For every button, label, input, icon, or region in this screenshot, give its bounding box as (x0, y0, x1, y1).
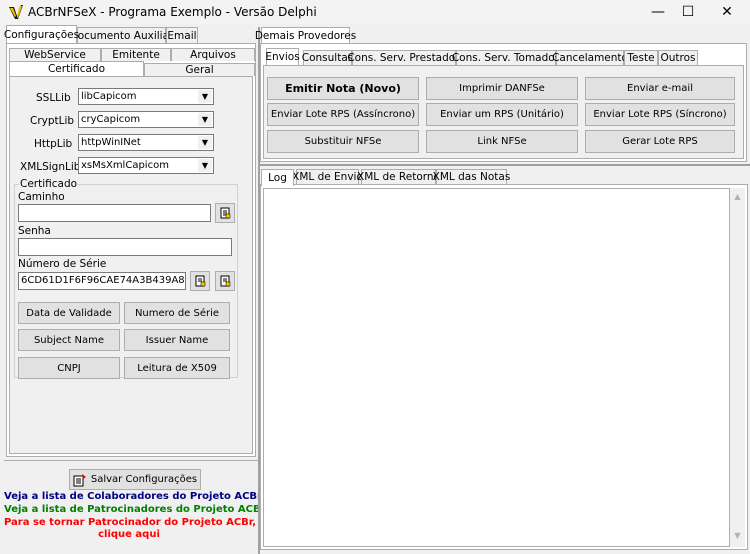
enviar-email-button[interactable]: Enviar e-mail (585, 77, 735, 100)
window-title: ACBrNFSeX - Programa Exemplo - Versão De… (28, 5, 317, 19)
tab-teste[interactable]: Teste (624, 50, 658, 65)
tab-xml-retorno[interactable]: XML de Retorno (357, 169, 440, 184)
splitter-horizontal[interactable] (260, 164, 750, 166)
tab-cons-serv-tomados[interactable]: Cons. Serv. Tomados (452, 50, 560, 65)
document-icon (195, 275, 206, 287)
link-nfse-button[interactable]: Link NFSe (426, 130, 578, 153)
subject-name-button[interactable]: Subject Name (18, 329, 120, 351)
tab-email[interactable]: Email (166, 27, 198, 43)
colaboradores-link[interactable]: Veja a lista de Colaboradores do Projeto… (4, 491, 262, 502)
vertical-scrollbar[interactable]: ▲ ▼ (730, 188, 745, 547)
xmlsignlib-value: xsMsXmlCapicom (81, 160, 169, 171)
document-icon (220, 207, 231, 219)
ssllib-select[interactable]: libCapicom ▼ (78, 88, 214, 105)
leitura-x509-button[interactable]: Leitura de X509 (124, 357, 230, 379)
document-icon (220, 275, 231, 287)
ssllib-value: libCapicom (81, 91, 137, 102)
left-panel: Configurações Documento Auxiliar Email W… (4, 25, 258, 459)
emitir-nota-button[interactable]: Emitir Nota (Novo) (267, 77, 419, 100)
close-button[interactable]: ✕ (704, 0, 750, 24)
config-panel: WebService Emitente Arquivos Certificado… (6, 43, 256, 457)
senha-label: Senha (18, 225, 51, 237)
senha-input[interactable] (18, 238, 232, 256)
browse-caminho-button[interactable] (215, 203, 235, 223)
tab-configuracoes[interactable]: Configurações (4, 25, 79, 43)
tab-emitente[interactable]: Emitente (101, 48, 171, 61)
caminho-input[interactable] (18, 204, 211, 222)
tab-geral[interactable]: Geral (144, 63, 255, 76)
numero-serie-input[interactable]: 6CD61D1F6F96CAE74A3B439A8FFD15 (18, 272, 186, 290)
issuer-name-button[interactable]: Issuer Name (124, 329, 230, 351)
httplib-label: HttpLib (34, 138, 73, 150)
certificado-group-label: Certificado (19, 178, 79, 190)
httplib-value: httpWinINet (81, 137, 141, 148)
numero-serie-label: Número de Série (18, 258, 107, 270)
clique-aqui-link[interactable]: clique aqui (4, 529, 254, 540)
app-icon (9, 5, 23, 19)
tab-demais-provedores[interactable]: Demais Provedores (255, 27, 356, 43)
salvar-label: Salvar Configurações (90, 474, 198, 485)
substituir-nfse-button[interactable]: Substituir NFSe (267, 130, 419, 153)
scroll-down-arrow-icon[interactable]: ▼ (730, 531, 745, 541)
tab-documento-auxiliar[interactable]: Documento Auxiliar (70, 27, 173, 43)
patrocinadores-link[interactable]: Veja a lista de Patrocinadores do Projet… (4, 504, 266, 515)
operations-panel: Envios Consultas Cons. Serv. Prestados C… (260, 43, 747, 162)
tab-certificado[interactable]: Certificado (9, 61, 144, 76)
save-icon (73, 473, 86, 486)
httplib-select[interactable]: httpWinINet ▼ (78, 134, 214, 151)
data-validade-button[interactable]: Data de Validade (18, 302, 120, 324)
tab-consultas[interactable]: Consultas (302, 50, 353, 65)
xmlsignlib-select[interactable]: xsMsXmlCapicom ▼ (78, 157, 214, 174)
numero-serie-button[interactable]: Numero de Série (124, 302, 230, 324)
chevron-down-icon[interactable]: ▼ (198, 90, 212, 103)
tab-xml-envio[interactable]: XML de Envio (292, 169, 363, 184)
scroll-up-arrow-icon[interactable]: ▲ (730, 192, 745, 202)
enviar-lote-sincrono-button[interactable]: Enviar Lote RPS (Síncrono) (585, 103, 735, 126)
gerar-lote-rps-button[interactable]: Gerar Lote RPS (585, 130, 735, 153)
chevron-down-icon[interactable]: ▼ (198, 113, 212, 126)
select-cert-button[interactable] (190, 271, 210, 291)
chevron-down-icon[interactable]: ▼ (198, 159, 212, 172)
chevron-down-icon[interactable]: ▼ (198, 136, 212, 149)
tab-arquivos[interactable]: Arquivos (171, 48, 255, 61)
salvar-configuracoes-button[interactable]: Salvar Configurações (69, 469, 201, 490)
divider (4, 460, 258, 461)
tab-cons-serv-prestados[interactable]: Cons. Serv. Prestados (347, 50, 461, 65)
enviar-lote-assincrono-button[interactable]: Enviar Lote RPS (Assíncrono) (267, 103, 419, 126)
cnpj-button[interactable]: CNPJ (18, 357, 120, 379)
xmlsignlib-label: XMLSignLib (20, 161, 81, 173)
enviar-rps-unitario-button[interactable]: Enviar um RPS (Unitário) (426, 103, 578, 126)
tab-outros[interactable]: Outros (658, 50, 698, 65)
cryptlib-value: cryCapicom (81, 114, 141, 125)
tab-log[interactable]: Log (261, 169, 294, 186)
title-bar: ACBrNFSeX - Programa Exemplo - Versão De… (0, 0, 750, 24)
cryptlib-label: CryptLib (30, 115, 75, 127)
tab-cancelamento[interactable]: Cancelamento (552, 50, 628, 65)
caminho-label: Caminho (18, 191, 65, 203)
imprimir-danfse-button[interactable]: Imprimir DANFSe (426, 77, 578, 100)
log-panel: ▲ ▼ (260, 184, 748, 550)
envios-page: Emitir Nota (Novo) Imprimir DANFSe Envia… (263, 65, 744, 159)
cryptlib-select[interactable]: cryCapicom ▼ (78, 111, 214, 128)
ssllib-label: SSLLib (36, 92, 71, 104)
patrocinador-link[interactable]: Para se tornar Patrocinador do Projeto A… (4, 517, 256, 528)
tab-webservice[interactable]: WebService (9, 48, 101, 61)
tab-envios[interactable]: Envios (265, 48, 300, 65)
certificado-page: SSLLib libCapicom ▼ CryptLib cryCapicom … (9, 76, 253, 454)
tab-xml-notas[interactable]: XML das Notas (433, 169, 510, 184)
log-memo[interactable] (263, 188, 730, 547)
select-cert-alt-button[interactable] (215, 271, 235, 291)
